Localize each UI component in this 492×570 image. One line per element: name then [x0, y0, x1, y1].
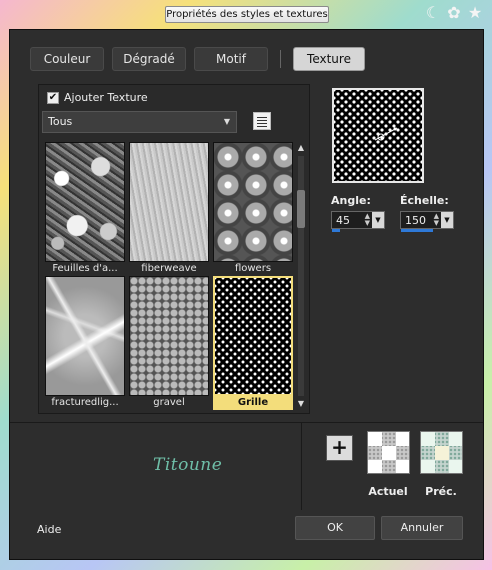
divider	[301, 423, 302, 510]
texture-preview[interactable]	[332, 88, 424, 183]
star-icon[interactable]: ★	[466, 4, 484, 22]
texture-name: flowers	[234, 263, 272, 274]
texture-thumbnail[interactable]	[213, 142, 293, 262]
texture-scrollbar[interactable]: ▲ ▼	[295, 142, 307, 410]
scale-value: 150	[405, 214, 426, 227]
texture-name: fiberweave	[141, 263, 197, 274]
previous-swatch[interactable]	[420, 431, 463, 474]
texture-name: Feuilles d'a...	[52, 263, 118, 274]
texture-grid: Feuilles d'a... fiberweave flowers fract…	[45, 142, 293, 410]
moon-icon[interactable]: ☾	[424, 4, 442, 22]
texture-item[interactable]: gravel	[129, 276, 209, 410]
tab-texture[interactable]: Texture	[293, 47, 365, 71]
window-title: Propriétés des styles et textures	[165, 6, 329, 23]
category-value: Tous	[48, 115, 73, 128]
angle-spinner[interactable]: 45 ▲ ▼ ▼	[331, 211, 385, 232]
page-list-icon[interactable]	[253, 112, 271, 130]
current-swatch-label: Actuel	[368, 485, 408, 498]
angle-label: Angle:	[331, 194, 371, 207]
spin-updown-icon[interactable]: ▲ ▼	[434, 213, 439, 227]
chevron-down-icon[interactable]: ▼	[441, 212, 453, 228]
add-texture-checkbox[interactable]: ✔ Ajouter Texture	[47, 91, 148, 104]
tab-pattern[interactable]: Motif	[194, 47, 268, 71]
current-swatch[interactable]	[367, 431, 410, 474]
texture-thumbnail[interactable]	[45, 276, 125, 396]
help-link[interactable]: Aide	[37, 523, 61, 536]
scale-spinner[interactable]: 150 ▲ ▼ ▼	[400, 211, 454, 232]
texture-thumbnail[interactable]	[213, 276, 293, 396]
tab-color[interactable]: Couleur	[30, 47, 104, 71]
angle-value: 45	[336, 214, 350, 227]
texture-item-selected[interactable]: Grille	[213, 276, 293, 410]
angle-slider-bar[interactable]	[332, 229, 340, 232]
add-swatch-button[interactable]: +	[326, 435, 353, 461]
chevron-down-icon: ▼	[223, 117, 230, 126]
add-texture-label: Ajouter Texture	[64, 91, 148, 104]
scroll-down-icon[interactable]: ▼	[295, 398, 307, 410]
divider	[10, 422, 483, 423]
signature-watermark: Titoune	[153, 455, 223, 475]
texture-name: Grille	[213, 396, 293, 410]
checkbox-box[interactable]: ✔	[47, 91, 59, 104]
ok-button[interactable]: OK	[295, 516, 375, 540]
previous-swatch-label: Préc.	[425, 485, 457, 498]
texture-item[interactable]: flowers	[213, 142, 293, 276]
texture-thumbnail[interactable]	[129, 276, 209, 396]
scale-slider-bar[interactable]	[401, 229, 433, 232]
scroll-up-icon[interactable]: ▲	[295, 142, 307, 154]
texture-name: gravel	[153, 397, 185, 408]
tab-gradient[interactable]: Dégradé	[112, 47, 186, 71]
cancel-button[interactable]: Annuler	[381, 516, 463, 540]
spin-updown-icon[interactable]: ▲ ▼	[365, 213, 370, 227]
title-bar: Propriétés des styles et textures ☾ ✿ ★	[0, 0, 492, 28]
flower-icon[interactable]: ✿	[445, 4, 463, 22]
dialog: Couleur Dégradé Motif Texture ✔ Ajouter …	[9, 29, 484, 560]
tab-bar: Couleur Dégradé Motif Texture	[30, 47, 365, 71]
scale-label: Échelle:	[400, 194, 449, 207]
texture-item[interactable]: fracturedlig...	[45, 276, 125, 410]
window-controls: ☾ ✿ ★	[424, 4, 484, 22]
texture-name: fracturedlig...	[51, 397, 119, 408]
angle-handle-icon[interactable]	[371, 124, 401, 144]
chevron-down-icon[interactable]: ▼	[372, 212, 384, 228]
texture-item[interactable]: Feuilles d'a...	[45, 142, 125, 276]
texture-browser: ✔ Ajouter Texture Tous ▼ Feuilles d'a...…	[38, 84, 310, 414]
texture-thumbnail[interactable]	[129, 142, 209, 262]
texture-item[interactable]: fiberweave	[129, 142, 209, 276]
tab-separator	[280, 50, 281, 68]
texture-thumbnail[interactable]	[45, 142, 125, 262]
category-dropdown[interactable]: Tous ▼	[42, 111, 237, 133]
scroll-thumb[interactable]	[297, 190, 305, 228]
